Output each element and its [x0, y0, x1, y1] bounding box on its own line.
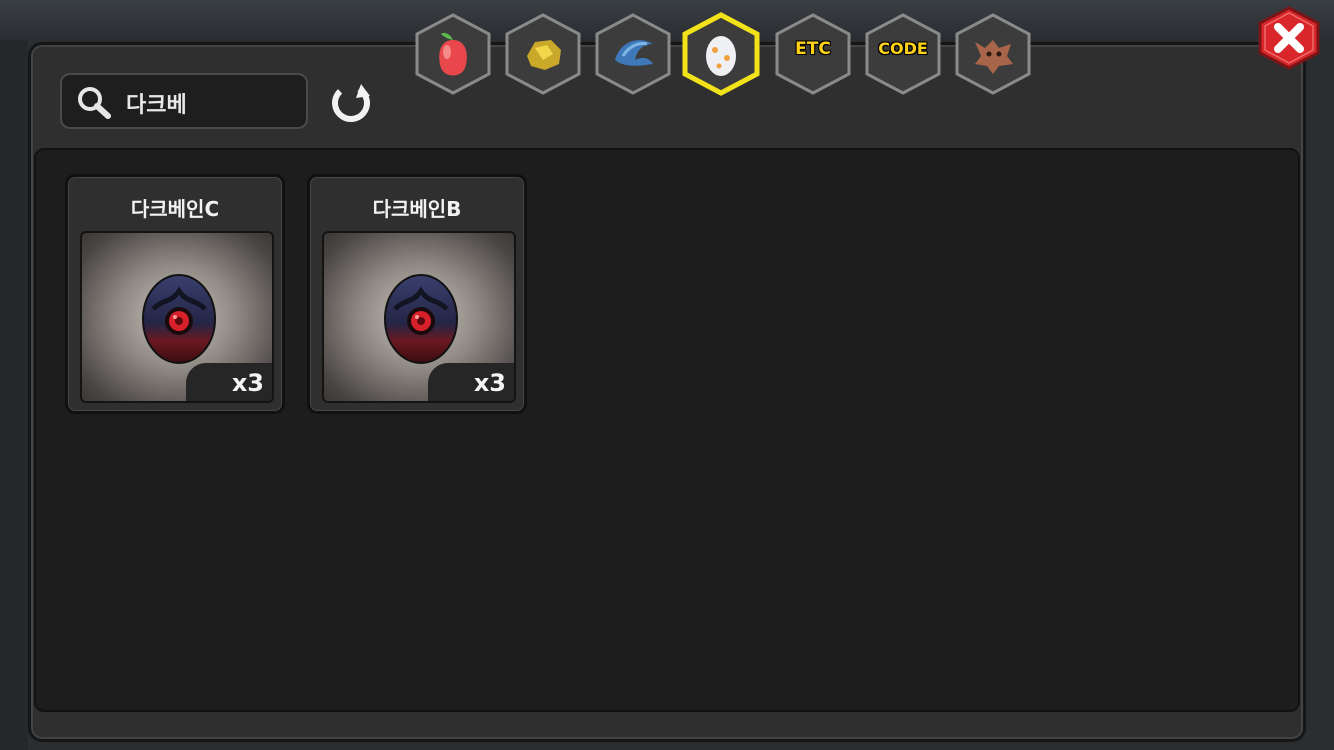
item-name: 다크베인C [130, 197, 220, 221]
item-card[interactable]: 다크베인B x3 [307, 174, 527, 414]
search-input[interactable]: 다크베 [60, 73, 308, 129]
item-count: x3 [231, 369, 264, 397]
tab-dragon[interactable] [953, 12, 1033, 96]
dark-egg-icon [142, 274, 216, 364]
item-name: 다크베인B [372, 197, 462, 221]
tab-etc-label: ETC [795, 39, 831, 59]
refresh-button[interactable] [328, 80, 374, 126]
tab-egg[interactable] [681, 12, 761, 96]
count-badge: x3 [428, 363, 514, 401]
close-button[interactable] [1256, 6, 1322, 70]
count-badge: x3 [186, 363, 272, 401]
tab-etc[interactable]: ETC [773, 12, 853, 96]
item-image: x3 [80, 231, 274, 403]
tab-fruit[interactable] [413, 12, 493, 96]
search-icon [78, 87, 111, 119]
tab-claw[interactable] [593, 12, 673, 96]
tab-code[interactable]: CODE [863, 12, 943, 96]
dark-egg-icon [384, 274, 458, 364]
item-card[interactable]: 다크베인C x3 [65, 174, 285, 414]
item-count: x3 [473, 369, 506, 397]
egg-icon [706, 36, 736, 76]
search-value: 다크베 [126, 93, 187, 118]
tab-code-label: CODE [878, 39, 928, 58]
tab-ore[interactable] [503, 12, 583, 96]
background-scene-left [0, 40, 28, 750]
item-image: x3 [322, 231, 516, 403]
